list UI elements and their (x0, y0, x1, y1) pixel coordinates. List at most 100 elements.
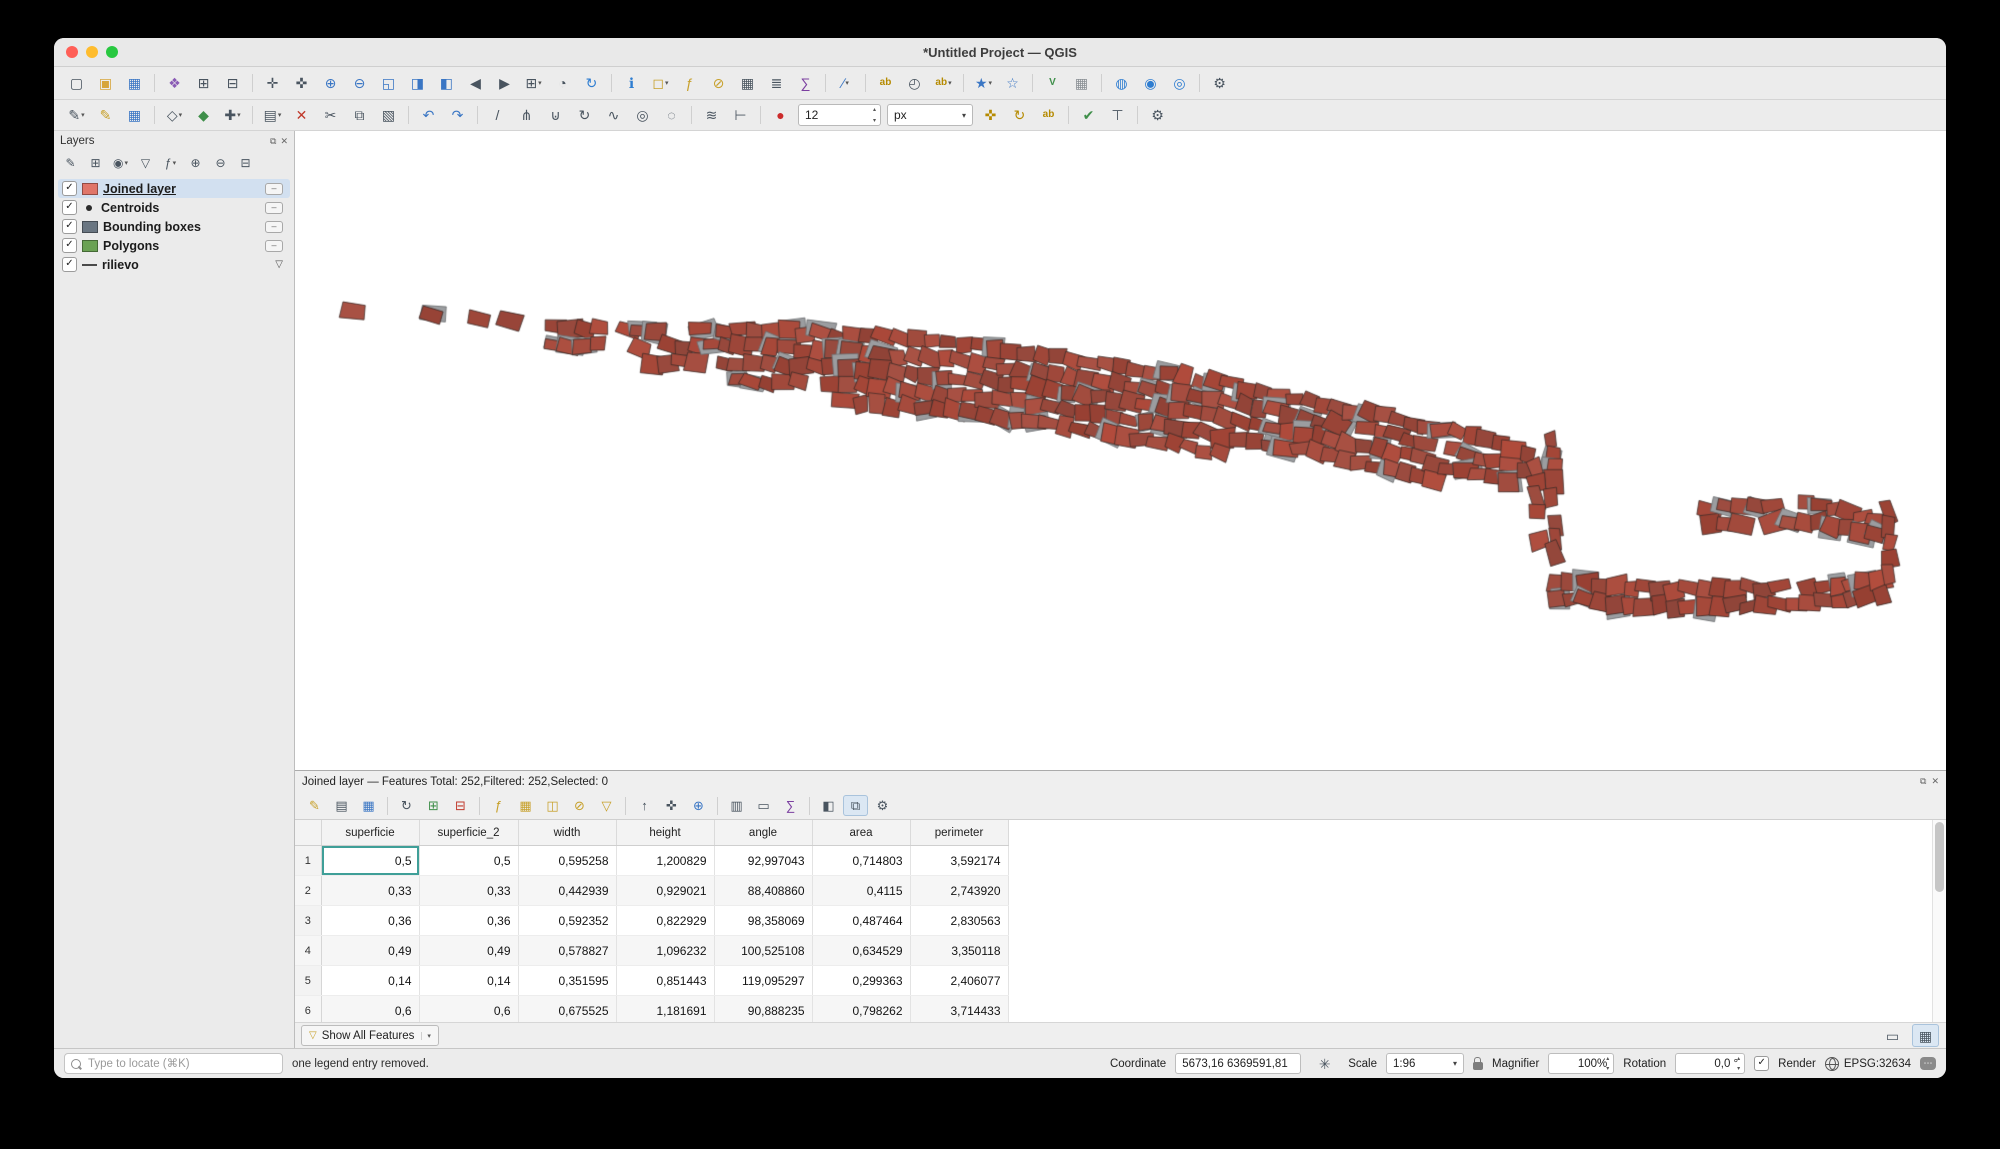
traffic-light-close[interactable] (66, 46, 78, 58)
processing-options-button[interactable]: ⚙ (1144, 104, 1171, 127)
table-cell[interactable]: 0,929021 (616, 876, 714, 906)
corner-header-cell[interactable] (295, 820, 321, 846)
lock-icon[interactable] (1473, 1062, 1483, 1070)
current-edits-button[interactable]: ✎▾ (63, 104, 90, 127)
new-field-button[interactable]: ▥ (724, 795, 749, 816)
extents-button[interactable]: ✳ (1311, 1052, 1338, 1075)
table-cell[interactable]: 0,851443 (616, 966, 714, 996)
table-view-button[interactable]: ▦ (1912, 1024, 1939, 1047)
layer-visibility-checkbox[interactable]: ✓ (62, 181, 77, 196)
layer-item-polygons[interactable]: ✓Polygons– (58, 236, 290, 255)
merge-features-button[interactable]: ⊍ (542, 104, 569, 127)
column-header-height[interactable]: height (616, 820, 714, 846)
open-layer-styling-panel-button[interactable]: ✎ (59, 154, 82, 173)
digitize-with-segment-button[interactable]: ◇▾ (161, 104, 188, 127)
move-selection-to-top-button[interactable]: ↑ (632, 795, 657, 816)
table-cell[interactable]: 0,5 (321, 846, 419, 876)
table-cell[interactable]: 3,592174 (910, 846, 1008, 876)
table-cell[interactable]: 0,675525 (518, 996, 616, 1023)
messages-icon[interactable]: ⋯ (1920, 1057, 1936, 1070)
table-cell[interactable]: 0,36 (321, 906, 419, 936)
table-settings-button[interactable]: ⚙ (870, 795, 895, 816)
table-cell[interactable]: 2,406077 (910, 966, 1008, 996)
rotate-feature-button[interactable]: ↻ (571, 104, 598, 127)
render-checkbox[interactable]: ✓ (1754, 1056, 1769, 1071)
dock-panel-icon[interactable]: ⧉ (270, 136, 276, 147)
new-map-view-button[interactable]: ⊞▾ (520, 72, 547, 95)
deselect-all-button[interactable]: ⊘ (705, 72, 732, 95)
table-cell[interactable]: 0,6 (321, 996, 419, 1023)
add-raster-layer-button[interactable]: ▦ (1068, 72, 1095, 95)
show-spatial-bookmarks-button[interactable]: ☆ (999, 72, 1026, 95)
redo-button[interactable]: ↷ (444, 104, 471, 127)
simplify-feature-button[interactable]: ∿ (600, 104, 627, 127)
table-cell[interactable]: 0,49 (321, 936, 419, 966)
locate-input[interactable] (86, 1057, 276, 1071)
filter-select-button[interactable]: ▽ (594, 795, 619, 816)
zoom-next-button[interactable]: ▶ (491, 72, 518, 95)
table-cell[interactable]: 3,714433 (910, 996, 1008, 1023)
layer-visibility-checkbox[interactable]: ✓ (62, 238, 77, 253)
refresh-map-button[interactable]: ↻ (578, 72, 605, 95)
column-header-superficie[interactable]: superficie (321, 820, 419, 846)
table-cell[interactable]: 0,49 (419, 936, 518, 966)
project-open-button[interactable]: ▣ (92, 72, 119, 95)
column-header-width[interactable]: width (518, 820, 616, 846)
copy-features-button[interactable]: ⧉ (346, 104, 373, 127)
project-save-button[interactable]: ▦ (121, 72, 148, 95)
layer-item-rilievo[interactable]: ✓rilievo▽ (58, 255, 290, 274)
delete-selected-features-button[interactable]: ⊟ (448, 795, 473, 816)
table-cell[interactable]: 119,095297 (714, 966, 812, 996)
layer-diagram-options-button[interactable]: ◴ (901, 72, 928, 95)
layer-visibility-checkbox[interactable]: ✓ (62, 200, 77, 215)
table-cell[interactable]: 2,743920 (910, 876, 1008, 906)
label-toolbar-options-button[interactable]: ab▾ (930, 72, 957, 95)
undo-button[interactable]: ↶ (415, 104, 442, 127)
row-number[interactable]: 5 (295, 966, 321, 996)
conditional-formatting-button[interactable]: ◧ (816, 795, 841, 816)
show-all-features-button[interactable]: ▽ Show All Features ▾ (301, 1025, 439, 1046)
pan-to-selection-button[interactable]: ✜ (288, 72, 315, 95)
traffic-light-zoom[interactable] (106, 46, 118, 58)
pan-map-button[interactable]: ✛ (259, 72, 286, 95)
delete-ring-button[interactable]: ◌ (658, 104, 685, 127)
layer-indicator-icon[interactable]: – (265, 240, 283, 252)
project-new-button[interactable]: ▢ (63, 72, 90, 95)
table-cell[interactable]: 0,442939 (518, 876, 616, 906)
column-header-perimeter[interactable]: perimeter (910, 820, 1008, 846)
select-by-expression-button[interactable]: ƒ (486, 795, 511, 816)
zoom-to-layer-button[interactable]: ◧ (433, 72, 460, 95)
table-cell[interactable]: 1,096232 (616, 936, 714, 966)
epsg-label[interactable]: EPSG:32634 (1844, 1058, 1911, 1070)
table-cell[interactable]: 100,525108 (714, 936, 812, 966)
save-edits-button[interactable]: ▦ (356, 795, 381, 816)
layer-item-joined-layer[interactable]: ✓Joined layer– (58, 179, 290, 198)
zoom-to-selection-button[interactable]: ⊕ (686, 795, 711, 816)
table-cell[interactable]: 0,714803 (812, 846, 910, 876)
enable-snapping-button[interactable]: ● (767, 104, 794, 127)
layer-visibility-checkbox[interactable]: ✓ (62, 219, 77, 234)
zoom-to-selection-button[interactable]: ◨ (404, 72, 431, 95)
rotation-field[interactable]: 0,0 ° (1675, 1053, 1745, 1074)
table-cell[interactable]: 90,888235 (714, 996, 812, 1023)
map-canvas[interactable] (295, 131, 1946, 770)
layer-indicator-icon[interactable]: – (265, 221, 283, 233)
table-scrollbar[interactable] (1932, 820, 1946, 1022)
open-field-calculator-button[interactable]: ∑ (778, 795, 803, 816)
font-size-spinner[interactable]: 12 (798, 104, 881, 126)
toggle-editing-button[interactable]: ✎ (302, 795, 327, 816)
table-cell[interactable]: 92,997043 (714, 846, 812, 876)
identify-features-button[interactable]: ℹ (618, 72, 645, 95)
table-cell[interactable]: 0,798262 (812, 996, 910, 1023)
table-cell[interactable]: 88,408860 (714, 876, 812, 906)
modify-attributes-button[interactable]: ▤▾ (259, 104, 286, 127)
deselect-all-button[interactable]: ⊘ (567, 795, 592, 816)
paste-features-button[interactable]: ▧ (375, 104, 402, 127)
filter-by-expression-button[interactable]: ƒ▾ (159, 154, 182, 173)
layer-labeling-options-button[interactable]: ab (872, 72, 899, 95)
table-cell[interactable]: 0,14 (321, 966, 419, 996)
layer-indicator-icon[interactable]: – (265, 183, 283, 195)
multiedit-mode-button[interactable]: ▤ (329, 795, 354, 816)
layer-filter-icon[interactable]: ▽ (275, 260, 283, 270)
table-cell[interactable]: 2,830563 (910, 906, 1008, 936)
